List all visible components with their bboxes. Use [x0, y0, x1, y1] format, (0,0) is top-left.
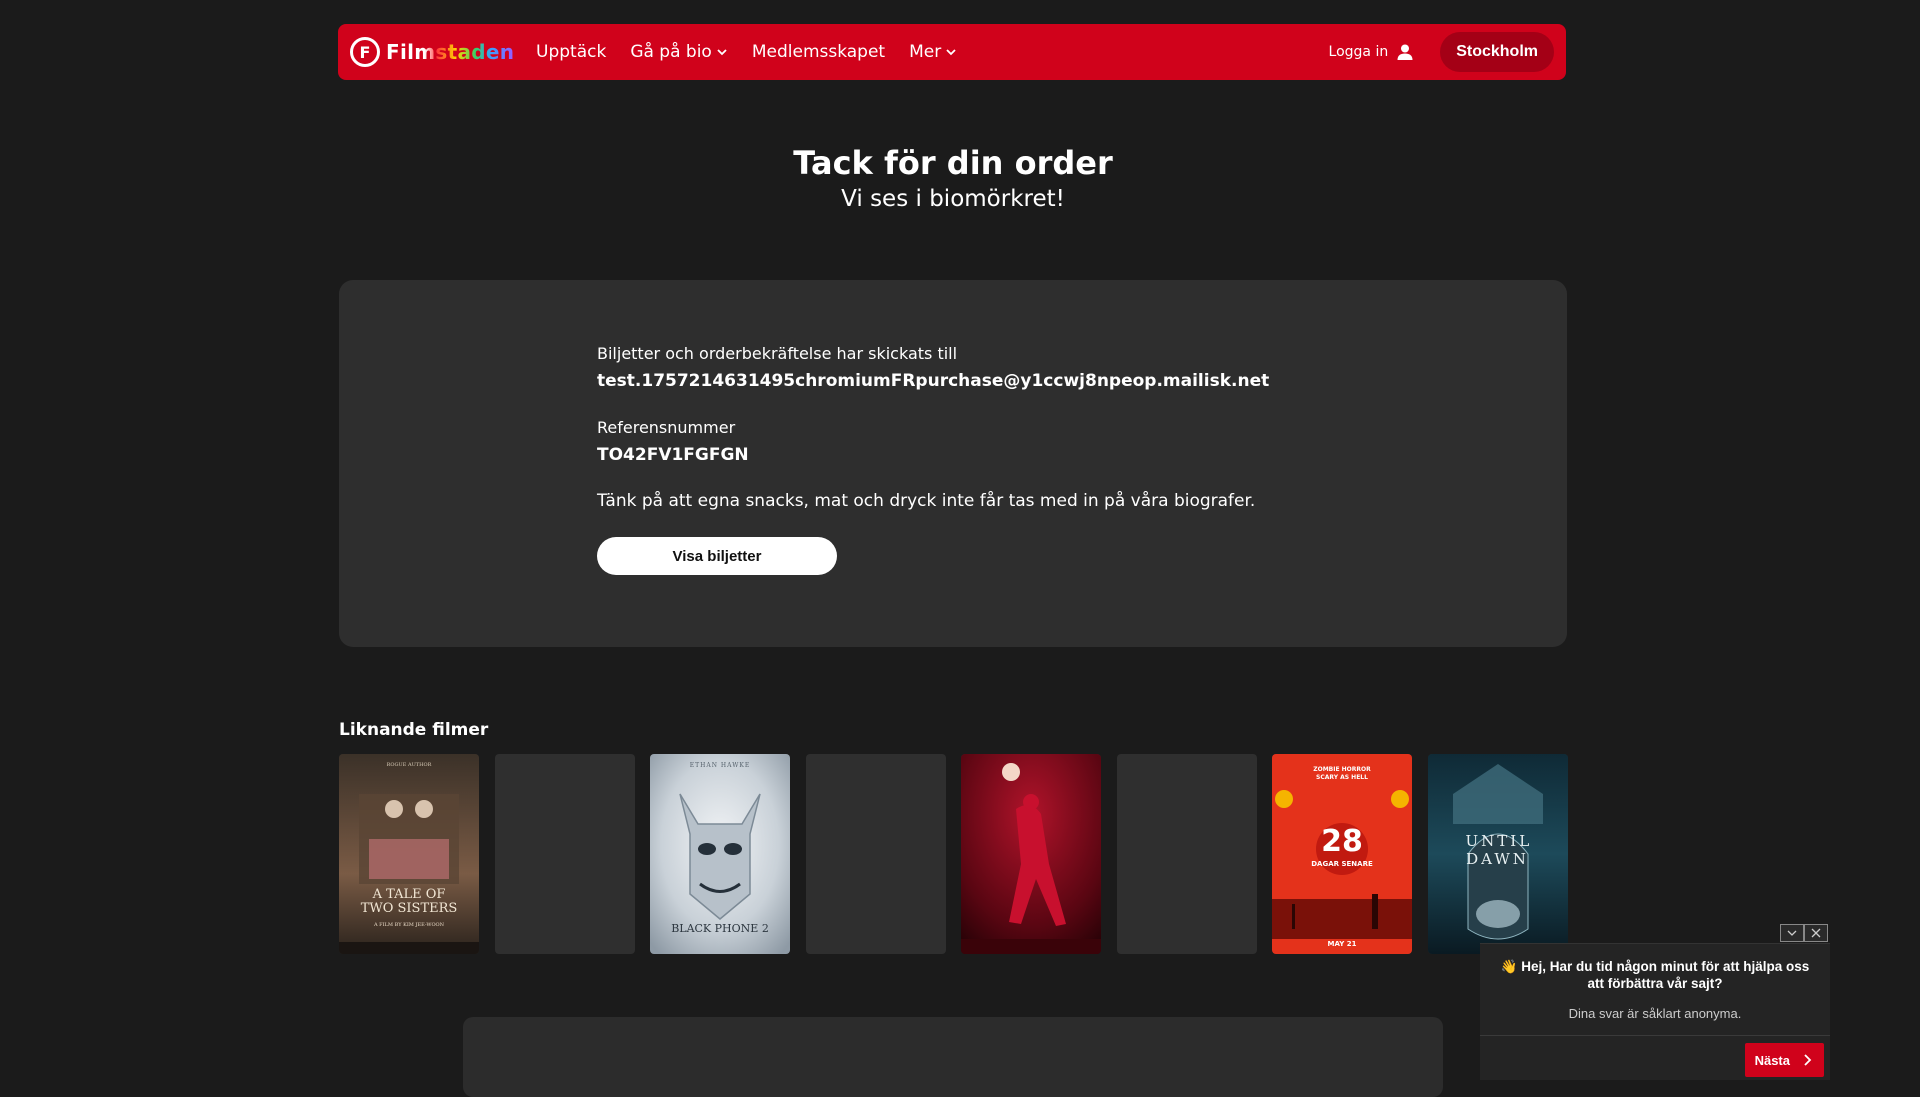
movie-poster-placeholder[interactable] — [805, 754, 946, 954]
poster-title: UNTIL DAWN — [1465, 832, 1533, 868]
bottom-content-card — [463, 1017, 1443, 1097]
nav-label: Medlemsskapet — [751, 42, 886, 62]
nav-medlemsskapet[interactable]: Medlemsskapet — [752, 42, 885, 62]
site-header: F Filmstaden Upptäck Gå på bio Medlemssk… — [338, 24, 1566, 80]
poster-title: A TALE OF TWO SISTERS — [360, 887, 458, 916]
poster-top-text: ETHAN HAWKE — [689, 762, 751, 769]
nav-ga-pa-bio[interactable]: Gå på bio — [630, 42, 728, 62]
poster-subtitle: DAGAR SENARE — [1311, 860, 1373, 868]
chevron-right-icon — [1804, 1054, 1812, 1066]
logo-mark-icon: F — [350, 37, 380, 67]
login-button[interactable]: Logga in — [1329, 43, 1415, 61]
movie-poster-black-phone-2[interactable]: ETHAN HAWKE BLACK PHONE 2 — [650, 754, 790, 954]
survey-question: 👋 Hej, Har du tid någon minut för att hj… — [1500, 959, 1810, 991]
nav-label: Upptäck — [536, 42, 607, 62]
survey-subtext: Dina svar är såklart anonyma. — [1568, 1006, 1742, 1021]
sent-to-label: Biljetter och orderbekräftelse har skick… — [597, 344, 958, 363]
close-icon — [1811, 928, 1821, 938]
order-details: Biljetter och orderbekräftelse har skick… — [597, 344, 1397, 575]
filmstaden-logo[interactable]: F Filmstaden — [350, 32, 528, 72]
movie-poster-28-dagar-senare[interactable]: ZOMBIE HORROR SCARY AS HELL 28 DAGAR SEN… — [1272, 754, 1412, 954]
login-label: Logga in — [1328, 44, 1389, 60]
poster-date: MAY 21 — [1327, 940, 1357, 948]
feedback-survey: 👋 Hej, Har du tid någon minut för att hj… — [1480, 943, 1830, 1080]
reference-label: Referensnummer — [597, 418, 736, 437]
logo-text: Filmstaden — [386, 40, 515, 64]
main-nav: Upptäck Gå på bio Medlemsskapet Mer — [536, 42, 981, 62]
user-icon — [1397, 44, 1413, 60]
poster-title: 28 — [1321, 824, 1363, 859]
movie-poster-placeholder[interactable] — [1116, 754, 1257, 954]
similar-movies-heading: Liknande filmer — [339, 720, 489, 740]
chevron-down-icon — [1787, 930, 1797, 936]
survey-controls — [1780, 924, 1828, 942]
snacks-note: Tänk på att egna snacks, mat och dryck i… — [597, 491, 1256, 511]
nav-upptack[interactable]: Upptäck — [536, 42, 606, 62]
nav-label: Gå på bio — [630, 42, 712, 62]
nav-label: Mer — [909, 42, 942, 62]
chevron-down-icon — [717, 49, 727, 56]
next-label: Nästa — [1754, 1052, 1790, 1068]
similar-movies-row: ROGUE AUTHOR A TALE OF TWO SISTERS A FIL… — [339, 754, 1583, 954]
page-subtitle: Vi ses i biomörkret! — [841, 186, 1065, 212]
email-value: test.1757214631495chromiumFRpurchase@y1c… — [597, 371, 1270, 391]
movie-poster-red-stage[interactable] — [961, 754, 1101, 954]
movie-poster-until-dawn[interactable]: UNTIL DAWN — [1427, 754, 1568, 954]
poster-top-text: ROGUE AUTHOR — [386, 762, 432, 768]
close-survey-button[interactable] — [1804, 924, 1828, 942]
reference-number: TO42FV1FGFGN — [597, 445, 749, 465]
divider — [1480, 1035, 1830, 1036]
movie-poster-tale-of-two-sisters[interactable]: ROGUE AUTHOR A TALE OF TWO SISTERS A FIL… — [339, 754, 479, 954]
show-tickets-button[interactable]: Visa biljetter — [597, 537, 837, 575]
poster-title: BLACK PHONE 2 — [671, 922, 769, 935]
page-title: Tack för din order — [793, 144, 1113, 182]
nav-mer[interactable]: Mer — [909, 42, 957, 62]
chevron-down-icon — [946, 49, 956, 56]
poster-image — [961, 754, 1101, 954]
poster-subtitle: A FILM BY KIM JEE-WOON — [373, 922, 445, 928]
city-select-button[interactable]: Stockholm — [1440, 32, 1554, 72]
minimize-survey-button[interactable] — [1780, 924, 1804, 942]
poster-top-text: ZOMBIE HORROR SCARY AS HELL — [1313, 766, 1371, 781]
order-confirmation-card: Biljetter och orderbekräftelse har skick… — [339, 280, 1567, 647]
survey-next-button[interactable]: Nästa — [1744, 1043, 1824, 1077]
movie-poster-placeholder[interactable] — [494, 754, 635, 954]
